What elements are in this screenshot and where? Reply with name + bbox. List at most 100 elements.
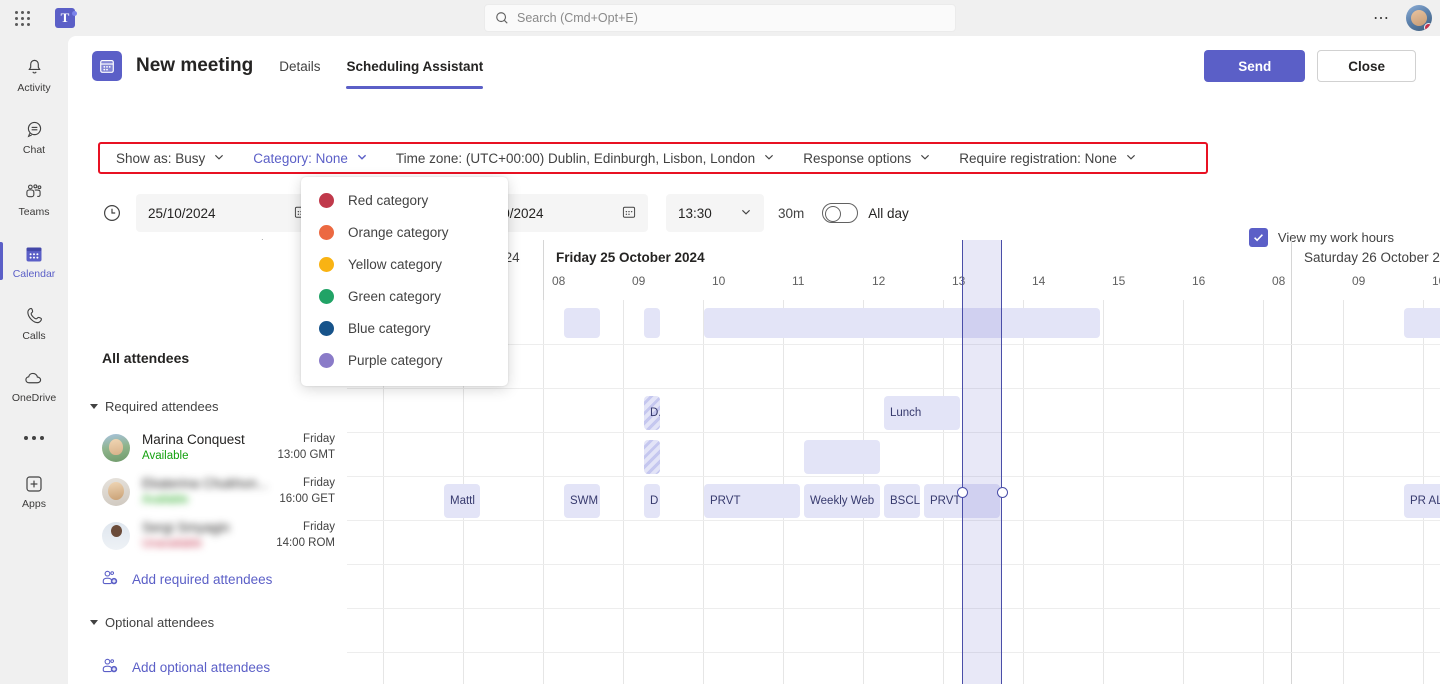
end-time-field[interactable]: 13:30 [666,194,764,232]
menu-item-blue-category[interactable]: Blue category [301,312,508,344]
tab-details[interactable]: Details [279,36,320,96]
search-bar[interactable]: Search (Cmd+Opt+E) [484,4,956,32]
attendee-day: Friday [303,521,335,534]
category-dropdown[interactable]: Category: None [239,144,382,172]
ellipsis-icon[interactable]: ⋯ [1367,8,1396,28]
category-dropdown-menu[interactable]: Red category Orange category Yellow cate… [301,177,508,386]
person-add-icon [100,569,120,590]
scheduling-assistant-grid: All attendees Required attendees Marina … [68,240,1440,684]
menu-item-yellow-category[interactable]: Yellow category [301,248,508,280]
avatar[interactable] [1406,5,1432,31]
event-block[interactable] [804,440,880,474]
chat-icon [25,119,44,141]
attendee-name: Sergi Smyagin [142,520,230,536]
app-launcher-icon[interactable] [0,10,44,26]
required-attendees-label: Required attendees [105,399,219,414]
menu-item-orange-category[interactable]: Orange category [301,216,508,248]
blue-dot-icon [319,320,334,336]
event-block[interactable] [644,308,660,338]
menu-item-label: Green category [348,288,442,304]
sidebar-item-calls[interactable]: Calls [0,292,68,354]
list-item[interactable]: Sergi Smyagin Unavailable Friday 14:00 R… [68,514,347,558]
menu-item-green-category[interactable]: Green category [301,280,508,312]
response-options-dropdown[interactable]: Response options [789,144,945,172]
tab-list: Details Scheduling Assistant [279,36,483,96]
start-date-value: 25/10/2024 [148,205,216,221]
timezone-dropdown[interactable]: Time zone: (UTC+00:00) Dublin, Edinburgh… [382,144,789,172]
hour-label: 16 [1192,274,1206,288]
start-date-field[interactable]: 25/10/2024 [136,194,320,232]
time-selection-column[interactable] [962,240,1002,684]
orange-dot-icon [319,224,334,240]
hour-label: 15 [1112,274,1126,288]
attendee-local-time: 14:00 ROM [276,537,335,549]
send-button[interactable]: Send [1204,50,1306,82]
optional-attendees-group[interactable]: Optional attendees [90,615,214,630]
event-block[interactable]: D. [644,396,660,430]
selection-handle-end[interactable] [997,487,1008,498]
chevron-down-icon [740,206,752,221]
close-button[interactable]: Close [1317,50,1416,82]
plus-square-icon [24,473,44,495]
add-required-attendees-label: Add required attendees [132,571,273,587]
sidebar-item-teams[interactable]: Teams [0,168,68,230]
selection-handle-start[interactable] [957,487,968,498]
sidebar-item-label: Chat [22,143,46,156]
menu-item-label: Red category [348,192,429,208]
attendee-local-time: 16:00 GET [279,493,335,505]
require-registration-dropdown[interactable]: Require registration: None [945,144,1151,172]
sidebar-item-apps[interactable]: Apps [0,460,68,522]
event-block[interactable] [1404,308,1440,338]
event-block[interactable]: PRVT [704,484,800,518]
show-as-dropdown[interactable]: Show as: Busy [102,144,239,172]
add-required-attendees-button[interactable]: Add required attendees [68,562,272,596]
hour-label: 09 [632,274,646,288]
teams-window: T Search (Cmd+Opt+E) ⋯ Activity Chat Tea… [0,0,1440,684]
event-block[interactable] [704,308,1100,338]
list-item[interactable]: Ekaterina Chukhon... Available Friday 16… [68,470,347,514]
chevron-down-icon [919,151,931,166]
hour-label: 08 [1272,274,1286,288]
event-block[interactable]: Lunch [884,396,960,430]
event-block[interactable]: PR ALLN [1404,484,1440,518]
menu-item-red-category[interactable]: Red category [301,184,508,216]
category-label: Category: None [253,150,348,166]
hour-label: 14 [1032,274,1046,288]
all-day-toggle[interactable] [822,203,859,223]
event-block[interactable] [564,308,600,338]
left-rail: Activity Chat Teams Calendar Calls OneDr… [0,36,68,684]
sidebar-more-icon[interactable] [0,416,68,460]
tab-scheduling-assistant[interactable]: Scheduling Assistant [346,36,483,96]
required-attendees-group[interactable]: Required attendees [90,399,218,414]
teams-icon [24,181,44,203]
list-item[interactable]: Marina Conquest Available Friday 13:00 G… [68,426,347,470]
red-dot-icon [319,192,334,208]
sidebar-item-chat[interactable]: Chat [0,106,68,168]
event-block[interactable] [644,440,660,474]
add-optional-attendees-button[interactable]: Add optional attendees [68,650,270,684]
grid-zone[interactable]: D. Lunch Mattl SWM D PRVT Weekly Web BSC… [347,240,1440,684]
sidebar-item-label: Calls [22,329,46,342]
menu-item-purple-category[interactable]: Purple category [301,344,508,376]
menu-item-label: Blue category [348,320,431,336]
search-input[interactable]: Search (Cmd+Opt+E) [517,11,638,25]
avatar [102,434,130,462]
sidebar-item-activity[interactable]: Activity [0,44,68,106]
hour-label: 08 [552,274,566,288]
timeline-grid[interactable]: Thursday 24 October 2024 Friday 25 Octob… [347,240,1440,684]
event-block[interactable]: BSCL [884,484,920,518]
hour-label: 09 [1352,274,1366,288]
attendee-name: Marina Conquest [142,432,245,448]
hour-label: 10 [712,274,726,288]
event-block[interactable]: Mattl [444,484,480,518]
day-header-saturday: Saturday 26 October 2024 [1304,249,1440,265]
event-block[interactable]: D [644,484,660,518]
show-as-label: Show as: Busy [116,150,206,166]
clock-icon [102,203,136,223]
hour-label: 12 [872,274,886,288]
event-block[interactable]: Weekly Web [804,484,880,518]
sidebar-item-calendar[interactable]: Calendar [0,230,68,292]
sidebar-item-onedrive[interactable]: OneDrive [0,354,68,416]
event-block[interactable]: SWM [564,484,600,518]
top-bar: T Search (Cmd+Opt+E) ⋯ [0,0,1440,36]
